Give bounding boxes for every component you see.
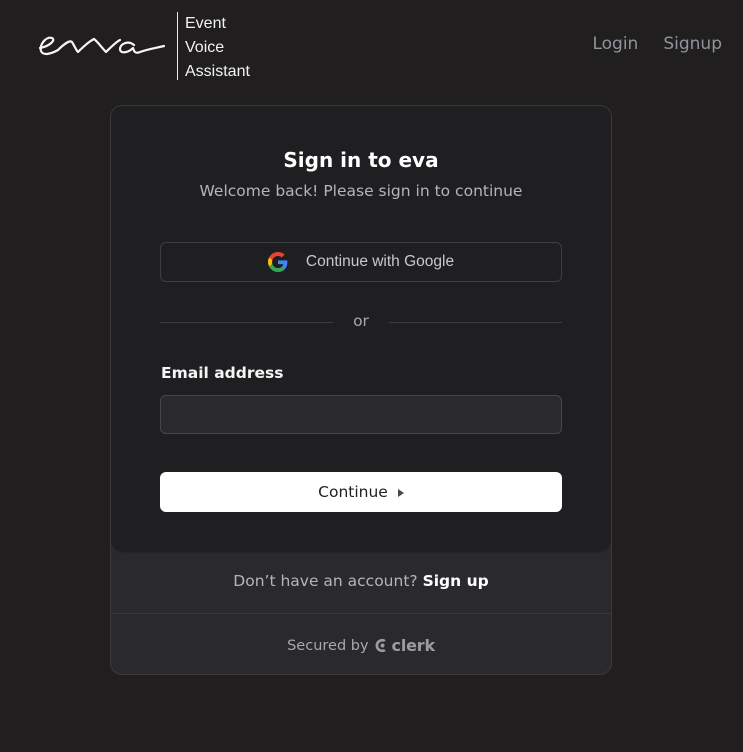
email-field[interactable] (160, 395, 562, 434)
sign-up-link[interactable]: Sign up (423, 572, 489, 590)
sign-in-card: Sign in to eva Welcome back! Please sign… (110, 105, 612, 675)
logo-wordmark: Event Voice Assistant (185, 12, 250, 80)
logo-word-event: Event (185, 15, 226, 32)
sign-in-subtitle: Welcome back! Please sign in to continue (199, 182, 523, 200)
or-divider: or (160, 312, 562, 332)
email-label: Email address (161, 364, 284, 382)
eva-script-logo (36, 12, 168, 80)
sign-up-prompt-text: Don’t have an account? (233, 572, 418, 590)
logo-word-assistant: Assistant (185, 63, 250, 80)
logo-word-voice: Voice (185, 39, 225, 56)
top-nav: Login Signup (592, 34, 722, 54)
login-link[interactable]: Login (592, 34, 638, 54)
google-button-label: Continue with Google (305, 253, 455, 270)
continue-button-label: Continue (318, 483, 388, 501)
divider-or-text: or (353, 312, 369, 330)
secured-by-text: Secured by (287, 637, 369, 654)
clerk-logo-icon (375, 638, 386, 653)
clerk-brand[interactable]: clerk (375, 636, 435, 655)
footer-divider (111, 613, 611, 614)
caret-right-icon (397, 488, 404, 497)
continue-button[interactable]: Continue (160, 472, 562, 512)
sign-in-form-panel: Sign in to eva Welcome back! Please sign… (111, 106, 611, 551)
app-logo[interactable]: Event Voice Assistant (36, 12, 250, 80)
google-g-icon (267, 252, 288, 272)
continue-with-google-button[interactable]: Continue with Google (160, 242, 562, 282)
signup-link[interactable]: Signup (663, 34, 722, 54)
clerk-wordmark: clerk (391, 636, 436, 655)
secured-by-clerk: Secured by clerk (111, 636, 611, 655)
divider-line-right (389, 322, 562, 323)
sign-up-prompt: Don’t have an account? Sign up (111, 572, 611, 590)
logo-divider (177, 12, 178, 80)
sign-in-title: Sign in to eva (283, 148, 439, 172)
